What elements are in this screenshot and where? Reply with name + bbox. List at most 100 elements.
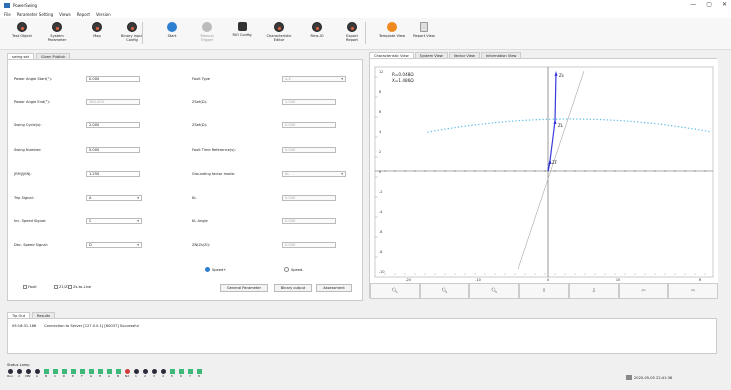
checkbox-fault[interactable]: Fault [23,285,37,289]
status-lamp: H [97,369,103,378]
lamp-label: 2 [18,374,20,378]
right-input[interactable]: 0.000 [282,242,336,248]
menu-report[interactable]: Report [77,12,90,17]
toolbar-system-parameter-button[interactable]: System Parameter [40,22,74,42]
toolbar-label: Template View [378,34,406,38]
trajectory-point [515,120,517,122]
toolbar-start-button[interactable]: Start [155,22,189,38]
left-field-label: Inc. Speed Signal: [14,219,47,223]
trajectory-point [427,131,429,133]
trajectory-point [586,118,588,120]
toolbar-manual-trigger-button[interactable]: Manual Trigger [190,22,224,42]
toolbar-label: Start [167,34,177,38]
menu-file[interactable]: File [4,12,11,17]
radio-speed-minus[interactable]: Speed- [284,267,304,272]
right-input[interactable]: 0.000 [282,122,336,128]
status-lamp: E [70,369,76,378]
close-button[interactable]: ✕ [722,1,727,8]
trajectory-point [535,119,537,121]
minimize-button[interactable]: — [690,1,696,8]
trajectory-point [430,130,433,133]
trajectory-point [528,119,531,121]
trajectory-point [626,120,629,122]
lamp-label: 3 [153,374,155,378]
trajectory-point [501,121,504,123]
arrow-left-icon: ⇦ [641,288,646,294]
y-tick-label: 4 [379,130,381,134]
clock: 2020-05-05 22:41:36 [626,375,672,380]
left-input[interactable]: 2.000 [86,122,140,128]
trajectory-point [532,119,534,121]
zoom-fit-button[interactable]: 🔍︎ [469,283,520,299]
y-tick-label: -2 [379,190,382,194]
template-view-icon [387,22,397,32]
toolbar-test-object-button[interactable]: Test Object [5,22,39,38]
lamp-label: F [81,374,83,378]
trajectory-point [576,118,578,120]
toolbar-report-view-button[interactable]: Report View [407,22,441,38]
toolbar-export-report-button[interactable]: Export Report [335,22,369,42]
toolbar-binary-input-button[interactable]: Binary input Config [115,22,149,42]
y-tick-label: 8 [379,90,381,94]
trajectory-point [698,129,700,131]
radio-speed-plus[interactable]: Speed+ [205,267,226,272]
right-select[interactable]: A-E [282,76,346,82]
right-field-label: Fault Time Reference(s): [192,148,236,152]
toolbar-rms-io-button[interactable]: Rms-IO [300,22,334,38]
status-lamp: G [88,369,94,378]
right-input[interactable]: 0.000 [282,218,336,224]
toolbar-template-view-button[interactable]: Template View [375,22,409,38]
menu-version[interactable]: Version [96,12,111,17]
window-title: PowerSwing [13,2,38,8]
right-input[interactable]: 0.000 [282,147,336,153]
toolbar-map-button[interactable]: Map [80,22,114,38]
right-input[interactable]: 0.000 [282,195,336,201]
left-input[interactable]: 360.000 [86,99,140,105]
pan-left-button[interactable]: ⇦ [618,283,669,299]
left-select[interactable]: D [86,242,142,248]
left-input[interactable]: 0.000 [86,76,140,82]
clock-icon [626,375,632,380]
trajectory-point [593,118,595,121]
checkbox-zs-to-line[interactable]: Zs-to-Line [68,285,91,289]
trajectory-point [566,118,568,120]
trajectory-point [538,118,541,121]
right-input[interactable]: 1.000 [282,99,336,105]
trajectory-point [684,126,686,129]
left-select[interactable]: A [86,195,142,201]
plot-info-x: X=1.486Ω [392,78,414,83]
pan-right-button[interactable]: ⇨ [668,283,719,299]
toolbar-label: Map [93,34,101,38]
trajectory-point [447,127,450,130]
zoom-out-button[interactable]: 🔍︎ [419,283,470,299]
binary-output-button[interactable]: Binary output [274,284,312,292]
pan-up-button[interactable]: ⇧ [519,283,569,299]
trajectory-point [522,119,524,122]
toolbar-gear-button[interactable]: RIO Config [225,22,259,37]
lamp-label: C [53,374,57,378]
menu-parameter-setting[interactable]: Parameter Setting [17,12,53,17]
lamp-label: B [116,374,120,378]
zoom-in-button[interactable]: 🔍︎ [370,283,420,299]
assessment-button[interactable]: Assessment [316,284,352,292]
left-select[interactable]: C [86,218,142,224]
trajectory-point [660,123,663,126]
general-parameter-button[interactable]: General Parameter [220,284,268,292]
toolbar-characteristic-editor-button[interactable]: Characteristic Editor [262,22,296,42]
trajectory-point [613,119,615,121]
impedance-plot[interactable]: 1286420-2-4-6-8-10-20 -10 0 10 RZsZLZFR=0.04… [370,59,718,283]
menu-views[interactable]: Views [59,12,71,17]
trajectory-point [474,124,477,126]
lamp-label: A [107,374,111,378]
trajectory-point [464,125,466,127]
maximize-button[interactable]: ▢ [706,1,712,8]
system-parameter-icon [52,22,62,32]
trajectory-point [677,125,680,128]
left-input[interactable]: 5.000 [86,147,140,153]
status-lamp: B [115,369,121,378]
checkbox-label: Zs-to-Line [73,285,92,289]
right-select[interactable]: KL [282,171,346,177]
pan-down-button[interactable]: ⇩ [568,283,619,299]
left-input[interactable]: 1.250 [86,171,140,177]
trajectory-point [630,120,632,123]
